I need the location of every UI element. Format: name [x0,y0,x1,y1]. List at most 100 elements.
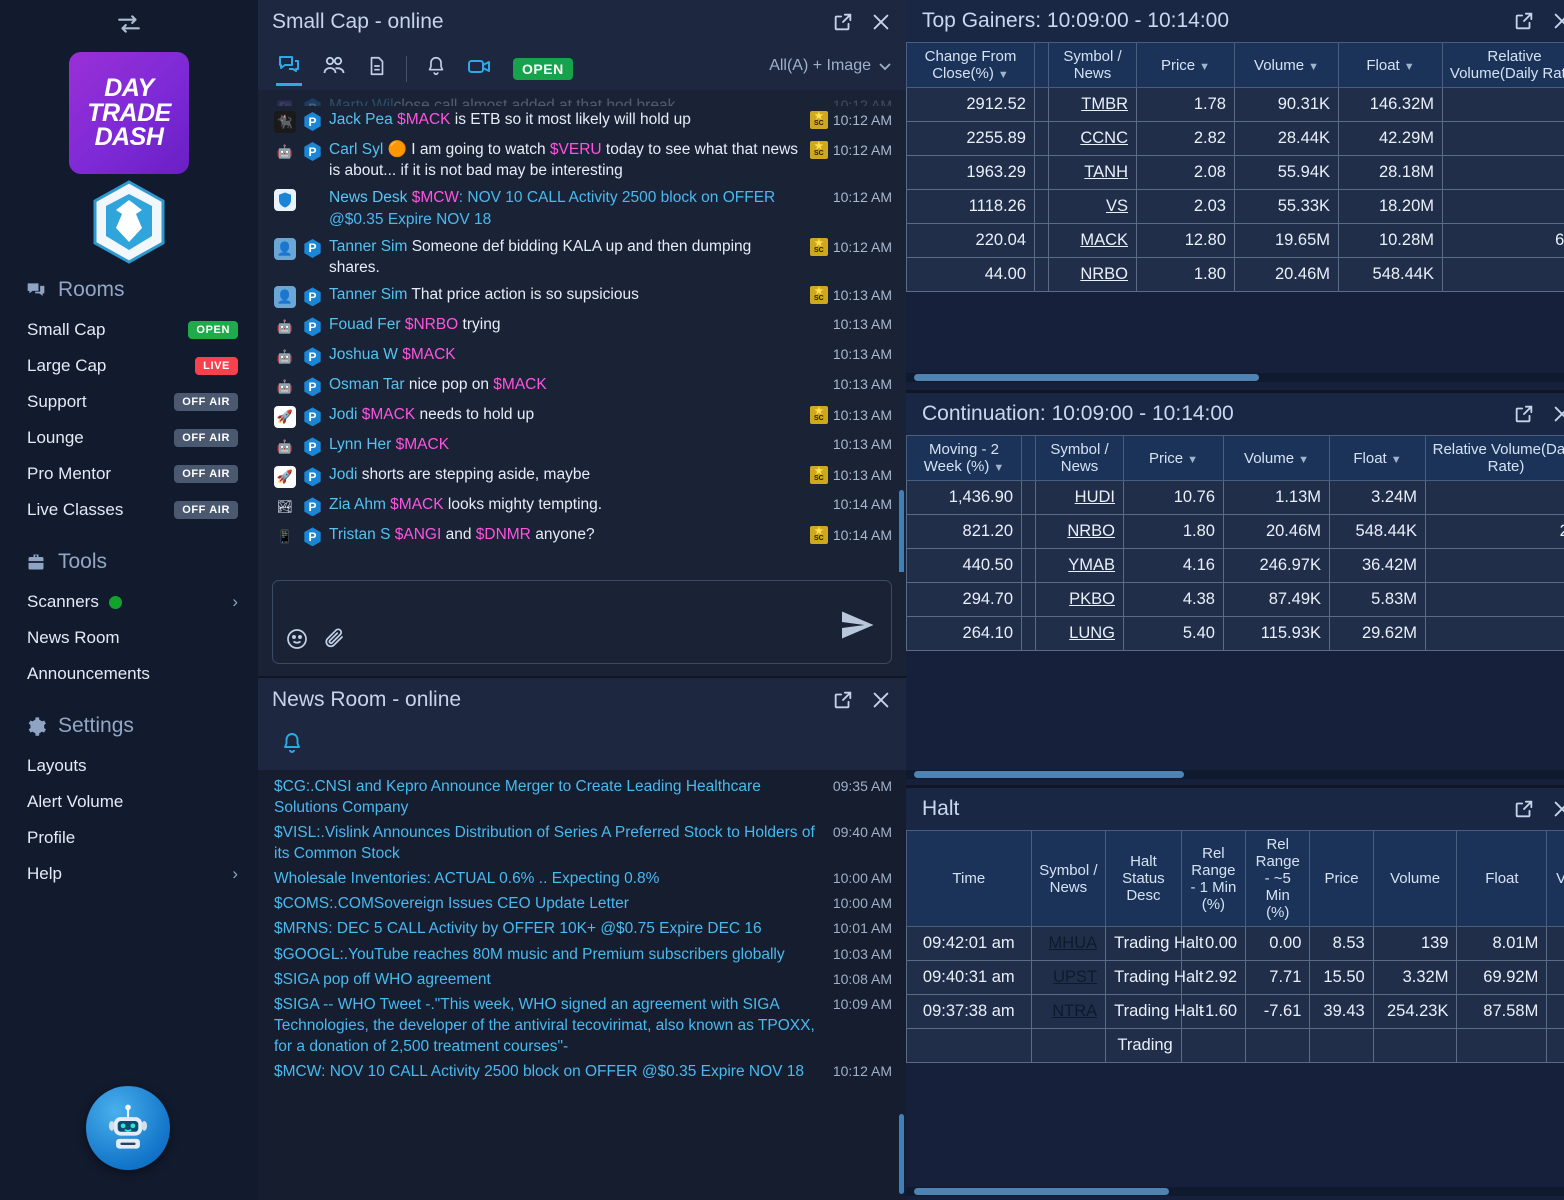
news-item[interactable]: $CG:.CNSI and Kepro Announce Merger to C… [258,774,906,820]
message-ticker[interactable]: $MCW [412,189,459,206]
column-header-symbol[interactable]: Symbol / News [1049,43,1137,88]
symbol-link[interactable]: HUDI [1075,488,1115,506]
column-header-price[interactable]: Price▼ [1124,436,1224,481]
symbol-link[interactable]: NTRA [1052,1002,1097,1020]
sort-arrow-icon[interactable]: ▼ [1308,61,1319,73]
message-ticker-2[interactable]: $DNMR [476,526,531,543]
expand-icon[interactable] [1513,10,1535,32]
column-header-float[interactable]: Float▼ [1339,43,1443,88]
symbol-link[interactable]: YMAB [1068,556,1115,574]
sidebar-item-large-cap[interactable]: Large Cap LIVE [0,348,258,384]
chatbot-button[interactable] [86,1086,170,1170]
cell-symbol[interactable]: NTRA [1031,995,1106,1029]
table-row[interactable]: 44.00 NRBO 1.80 20.46M 548.44K 2 [907,258,1564,292]
chat-scrollbar[interactable] [899,490,904,572]
sort-arrow-icon[interactable]: ▼ [1187,454,1198,466]
chat-message-list[interactable]: 🌆 P Marty Wilclose call almost added at … [258,90,906,572]
sort-arrow-icon[interactable]: ▼ [1298,454,1309,466]
column-header-change[interactable]: Change From Close(%)▼ [907,43,1035,88]
halt-hscrollbar[interactable] [906,1187,1564,1196]
table-row[interactable]: 09:37:38 am NTRA Trading Halt -1.60 -7.6… [907,995,1564,1029]
chevron-right-icon[interactable]: › [232,592,238,612]
table-row[interactable]: Trading [907,1029,1564,1063]
top-gainers-hscrollbar[interactable] [906,373,1564,382]
message-ticker[interactable]: $VERU [550,141,602,158]
news-scrollbar[interactable] [899,1114,904,1194]
send-button[interactable] [837,607,877,647]
message-ticker[interactable]: $MACK [402,346,455,363]
expand-icon[interactable] [832,689,854,711]
close-icon[interactable] [1551,10,1564,32]
emoji-icon[interactable] [285,627,309,655]
news-item[interactable]: $SIGA pop off WHO agreement10:08 AM [258,967,906,992]
sidebar-item-layouts[interactable]: Layouts [0,748,258,784]
column-header-volume[interactable]: Volume▼ [1224,436,1330,481]
table-row[interactable]: 220.04 MACK 12.80 19.65M 10.28M 6,7 [907,224,1564,258]
video-icon[interactable] [465,54,495,84]
column-header-price[interactable]: Price [1310,831,1373,927]
symbol-link[interactable]: VS [1106,197,1128,215]
table-row[interactable]: 1,436.90 HUDI 10.76 1.13M 3.24M 2 [907,481,1564,515]
expand-icon[interactable] [832,11,854,33]
news-item-list[interactable]: $CG:.CNSI and Kepro Announce Merger to C… [258,770,906,1200]
people-icon[interactable] [320,54,348,84]
message-ticker[interactable]: $NRBO [405,316,458,333]
cell-symbol[interactable] [1031,1029,1106,1063]
symbol-link[interactable]: MHUA [1049,934,1098,952]
symbol-link[interactable]: UPST [1053,968,1097,986]
cell-symbol[interactable]: NRBO [1036,515,1124,549]
sidebar-item-help[interactable]: Help › [0,856,258,892]
sort-arrow-icon[interactable]: ▼ [1391,454,1402,466]
paperclip-icon[interactable] [323,627,347,655]
column-header-relrange-1[interactable]: Rel Range - 1 Min (%) [1181,831,1245,927]
table-row[interactable]: 294.70 PKBO 4.38 87.49K 5.83M 0 [907,583,1564,617]
column-header-float[interactable]: Float [1457,831,1547,927]
news-item[interactable]: Wholesale Inventories: ACTUAL 0.6% .. Ex… [258,866,906,891]
cell-symbol[interactable]: PKBO [1036,583,1124,617]
cell-symbol[interactable]: CCNC [1049,122,1137,156]
cell-symbol[interactable]: MACK [1049,224,1137,258]
cell-symbol[interactable]: MHUA [1031,927,1106,961]
sort-arrow-icon[interactable]: ▼ [1199,61,1210,73]
cell-symbol[interactable]: LUNG [1036,617,1124,651]
cell-symbol[interactable]: UPST [1031,961,1106,995]
symbol-link[interactable]: MACK [1080,231,1128,249]
table-row[interactable]: 2255.89 CCNC 2.82 28.44K 42.29M [907,122,1564,156]
news-bell-icon[interactable] [258,720,906,770]
table-row[interactable]: 264.10 LUNG 5.40 115.93K 29.62M 0 [907,617,1564,651]
chat-icon[interactable] [276,53,302,86]
sidebar-item-alert-volume[interactable]: Alert Volume [0,784,258,820]
sidebar-item-pro-mentor[interactable]: Pro Mentor OFF AIR [0,456,258,492]
symbol-link[interactable]: LUNG [1069,624,1115,642]
sort-arrow-icon[interactable]: ▼ [998,69,1009,81]
message-input[interactable] [272,580,892,664]
column-header-v[interactable]: V [1547,831,1564,927]
sidebar-item-support[interactable]: Support OFF AIR [0,384,258,420]
message-ticker[interactable]: $MACK [493,376,546,393]
table-row[interactable]: 2912.52 TMBR 1.78 90.31K 146.32M [907,88,1564,122]
table-row[interactable]: 09:40:31 am UPST Trading Halt 2.92 7.71 … [907,961,1564,995]
sort-arrow-icon[interactable]: ▼ [1404,61,1415,73]
symbol-link[interactable]: NRBO [1067,522,1115,540]
cell-symbol[interactable]: TMBR [1049,88,1137,122]
column-header-symbol[interactable]: Symbol / News [1031,831,1106,927]
close-icon[interactable] [870,11,892,33]
cell-symbol[interactable]: HUDI [1036,481,1124,515]
symbol-link[interactable]: CCNC [1080,129,1128,147]
cell-symbol[interactable]: YMAB [1036,549,1124,583]
news-item[interactable]: $COMS:.COMSovereign Issues CEO Update Le… [258,891,906,916]
news-item[interactable]: $MRNS: DEC 5 CALL Activity by OFFER 10K+… [258,916,906,941]
message-ticker[interactable]: $MACK [396,436,449,453]
column-header-relrange-5[interactable]: Rel Range - ~5 Min (%) [1246,831,1310,927]
cell-symbol[interactable]: VS [1049,190,1137,224]
message-ticker[interactable]: $MACK [390,496,443,513]
column-header-relvol[interactable]: Relative Volume(Daily Rate) [1443,43,1564,88]
sort-arrow-icon[interactable]: ▼ [993,462,1004,474]
document-icon[interactable] [366,54,388,84]
continuation-hscrollbar[interactable] [906,770,1564,779]
halt-table[interactable]: Time Symbol / News Halt Status Desc Rel … [906,830,1564,1063]
news-item[interactable]: $MCW: NOV 10 CALL Activity 2500 block on… [258,1059,906,1084]
chat-filter-dropdown[interactable]: All(A) + Image [769,57,892,81]
sidebar-item-scanners[interactable]: Scanners › [0,584,258,620]
sidebar-item-small-cap[interactable]: Small Cap OPEN [0,312,258,348]
